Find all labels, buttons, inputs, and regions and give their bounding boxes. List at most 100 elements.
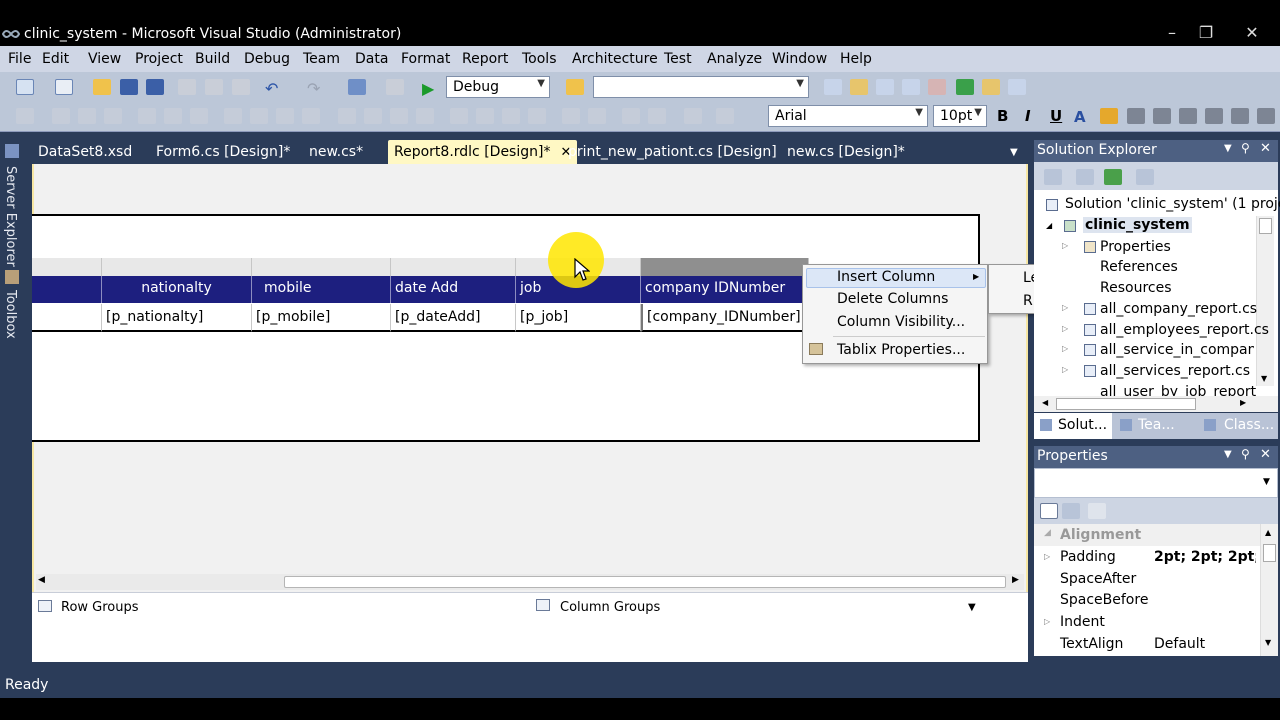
find-in-files-icon[interactable] [566,79,584,95]
bullet-list-icon[interactable] [1205,108,1223,124]
bring-to-front-icon[interactable] [622,108,640,124]
align-bottoms-icon[interactable] [190,108,208,124]
property-scroll-thumb[interactable] [1263,544,1276,562]
object-browser-icon[interactable] [902,79,920,95]
center-vertically-icon[interactable] [588,108,606,124]
redo-icon[interactable]: ↷ [307,79,325,98]
decrease-vertical-spacing-icon[interactable] [502,108,520,124]
collapsed-arrow-icon[interactable]: ▷ [1062,365,1068,374]
tab-report8-design[interactable]: Report8.rdlc [Design]* ✕ [388,140,578,164]
panel-menu-icon[interactable]: ▼ [1224,449,1232,460]
tab-form6-design[interactable]: Form6.cs [Design]* [156,144,290,160]
property-scrollbar[interactable]: ▲ ▼ [1260,524,1278,656]
tree-item-resources[interactable]: Resources [1100,280,1172,296]
align-lefts-icon[interactable] [52,108,70,124]
tree-item-file[interactable]: all_company_report.cs [1100,301,1257,317]
align-centers-icon[interactable] [78,108,96,124]
align-left-icon[interactable] [1127,108,1145,124]
refresh-icon[interactable] [1104,169,1122,185]
close-panel-icon[interactable]: ✕ [1260,447,1271,462]
header-cell[interactable]: mobile [252,276,391,303]
header-cell[interactable] [32,276,102,303]
menu-format[interactable]: Format [401,51,450,67]
minimize-icon[interactable]: – [1158,22,1186,44]
column-handle-selected[interactable] [641,258,809,276]
design-horizontal-scrollbar[interactable]: ◀ ▶ [36,574,1024,590]
pin-icon[interactable]: ⚲ [1241,141,1250,155]
start-page-icon[interactable] [956,79,974,95]
copy-icon[interactable] [205,79,223,95]
scroll-right-icon[interactable]: ▶ [1012,575,1019,585]
start-debugging-icon[interactable]: ▶ [422,79,440,98]
font-family-select[interactable]: Arial ▼ [768,105,928,127]
font-color-icon[interactable]: A [1074,108,1092,126]
menu-team[interactable]: Team [303,51,340,67]
increase-vertical-spacing-icon[interactable] [476,108,494,124]
numbered-list-icon[interactable] [1231,108,1249,124]
new-project-icon[interactable] [16,79,34,95]
toolbox-tab[interactable]: Toolbox [3,290,18,339]
menu-build[interactable]: Build [195,51,230,67]
restore-icon[interactable]: ❐ [1192,22,1220,44]
vertical-spacing-icon[interactable] [450,108,468,124]
solution-configuration-select[interactable]: Debug ▼ [446,76,550,98]
increase-spacing-icon[interactable] [364,108,382,124]
property-pages-icon[interactable] [1088,503,1106,519]
make-same-width-icon[interactable] [224,108,242,124]
menu-data[interactable]: Data [355,51,388,67]
show-all-files-icon[interactable] [1044,169,1062,185]
size-to-grid-icon[interactable] [276,108,294,124]
tree-item-references[interactable]: References [1100,259,1178,275]
properties-icon[interactable] [1076,169,1094,185]
toolbox-tool-icon[interactable] [928,79,946,95]
menu-help[interactable]: Help [840,51,872,67]
lock-controls-icon[interactable] [716,108,734,124]
paste-icon[interactable] [232,79,250,95]
horizontal-spacing-icon[interactable] [338,108,356,124]
data-cell[interactable]: [p_nationalty] [102,304,252,332]
tree-horizontal-scrollbar[interactable]: ◀ ▶ [1034,396,1278,412]
command-window-icon[interactable] [1008,79,1026,95]
navigate-forward-icon[interactable] [386,79,404,95]
tab-new-cs[interactable]: new.cs* [309,144,363,160]
tab-team-explorer[interactable]: Tea... [1138,417,1175,433]
collapsed-arrow-icon[interactable]: ▷ [1062,241,1068,250]
tree-item-file[interactable]: all_employees_report.cs [1100,322,1269,338]
navigate-icon[interactable] [348,79,366,95]
menu-architecture[interactable]: Architecture [572,51,658,67]
remove-vertical-spacing-icon[interactable] [528,108,546,124]
extension-manager-icon[interactable] [982,79,1000,95]
tab-new-cs-design[interactable]: new.cs [Design]* [787,144,905,160]
save-all-icon[interactable] [146,79,164,95]
grouping-options-icon[interactable]: ▼ [968,602,976,613]
make-same-height-icon[interactable] [250,108,268,124]
cut-icon[interactable] [178,79,196,95]
column-handle[interactable] [102,258,252,276]
collapsed-arrow-icon[interactable]: ▷ [1062,324,1068,333]
align-center-icon[interactable] [1153,108,1171,124]
expanded-arrow-icon[interactable]: ◢ [1046,221,1052,230]
tree-vertical-scrollbar[interactable]: ▼ [1256,216,1274,386]
data-cell[interactable]: [p_job] [516,304,641,332]
header-cell[interactable]: date Add [391,276,516,303]
tree-h-scroll-thumb[interactable] [1056,398,1196,410]
insert-column-item[interactable]: Insert Column [837,269,935,285]
alphabetical-icon[interactable] [1062,503,1080,519]
tab-order-icon[interactable] [684,108,702,124]
center-horizontally-icon[interactable] [562,108,580,124]
tablix-properties-item[interactable]: Tablix Properties... [837,342,965,358]
column-handle[interactable] [252,258,391,276]
menu-view[interactable]: View [88,51,121,67]
scroll-thumb[interactable] [284,576,1006,588]
project-node[interactable]: clinic_system [1083,217,1192,233]
categorized-icon[interactable] [1040,503,1058,519]
tab-dataset8[interactable]: DataSet8.xsd [38,144,132,160]
class-diagram-icon[interactable] [1136,169,1154,185]
collapsed-arrow-icon[interactable]: ▷ [1062,303,1068,312]
menu-window[interactable]: Window [772,51,827,67]
italic-button[interactable]: I [1025,107,1031,125]
tree-item-file[interactable]: all_user_by_job_report.cs [1100,384,1256,396]
tree-scroll-thumb[interactable] [1259,218,1272,234]
properties-tool-icon[interactable] [876,79,894,95]
decrease-indent-icon[interactable] [1257,108,1275,124]
